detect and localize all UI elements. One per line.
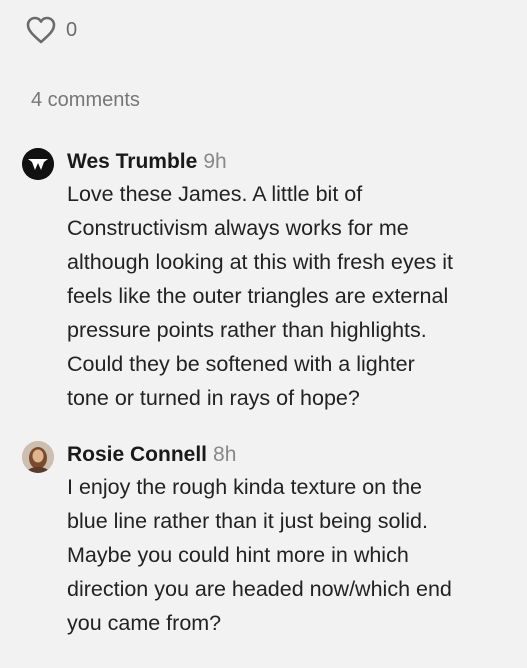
like-count: 0: [66, 18, 78, 41]
comment-text-line: Maybe you could hint more in which: [67, 543, 409, 567]
comment-text-line: Could they be softened with a lighter: [67, 352, 415, 376]
comment-item: Wes Trumble 9h Love these James. A little…: [22, 148, 517, 415]
like-bar: 0: [26, 14, 77, 46]
heart-icon: [26, 16, 56, 44]
comment-header: Wes Trumble 9h: [67, 147, 453, 177]
comment-body: Wes Trumble 9h Love these James. A little…: [67, 147, 453, 415]
comment-timestamp: 9h: [203, 150, 227, 173]
comment-item: Rosie Connell 8h I enjoy the rough kinda …: [22, 441, 517, 640]
rosie-connell-avatar: [22, 441, 54, 473]
comment-text-line: although looking at this with fresh eyes…: [67, 250, 454, 274]
wes-trumble-logo-icon: [22, 148, 54, 180]
like-button[interactable]: [26, 15, 56, 45]
comment-text-line: I enjoy the rough kinda texture on the: [67, 475, 422, 499]
comment-text-line: direction you are headed now/which end: [67, 577, 452, 601]
comment-timestamp: 8h: [213, 443, 237, 466]
comment-text-line: Love these James. A little bit of: [67, 182, 363, 206]
comment-text: I enjoy the rough kinda texture on the b…: [67, 470, 452, 640]
avatar[interactable]: [22, 441, 54, 473]
comment-text: Love these James. A little bit of Constr…: [67, 177, 453, 415]
comment-author[interactable]: Wes Trumble: [67, 150, 197, 173]
avatar[interactable]: [22, 148, 54, 180]
comment-body: Rosie Connell 8h I enjoy the rough kinda …: [67, 440, 452, 640]
comment-text-line: you came from?: [67, 611, 222, 635]
comment-header: Rosie Connell 8h: [67, 440, 452, 470]
comment-author[interactable]: Rosie Connell: [67, 443, 207, 466]
comment-text-line: blue line rather than it just being soli…: [67, 509, 428, 533]
comment-text-line: Constructivism always works for me: [67, 216, 409, 240]
comments-count: 4 comments: [31, 89, 140, 111]
comment-text-line: pressure points rather than highlights.: [67, 318, 427, 342]
comment-text-line: tone or turned in rays of hope?: [67, 386, 360, 410]
comment-text-line: feels like the outer triangles are exter…: [67, 284, 449, 308]
